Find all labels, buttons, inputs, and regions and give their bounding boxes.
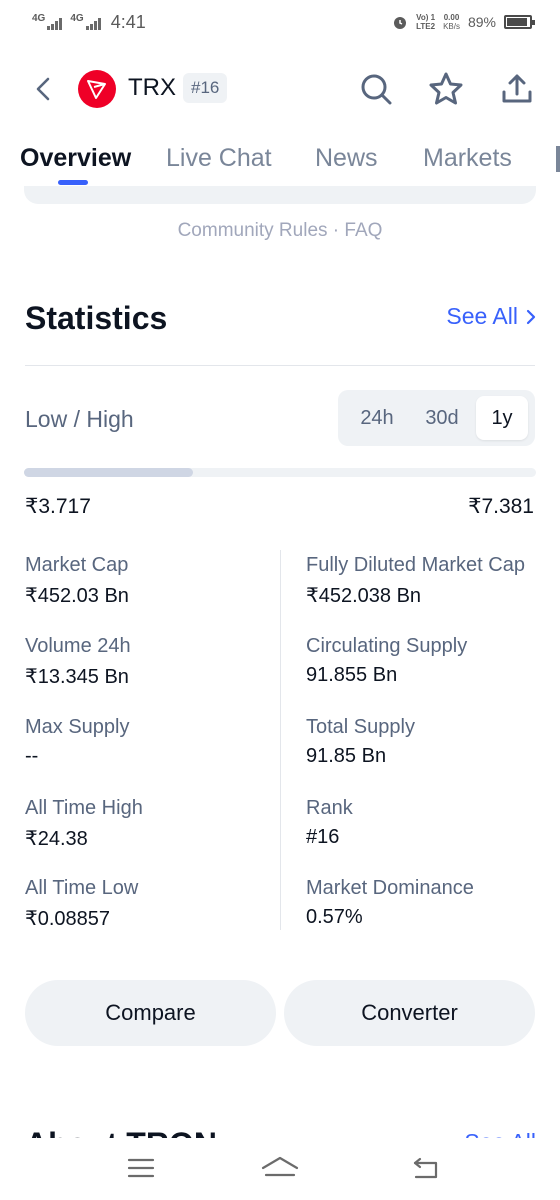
statistics-title: Statistics — [25, 300, 168, 336]
range-fill — [24, 468, 193, 477]
status-right: Vo) 1 LTE2 0.00 KB/s 89% — [392, 13, 535, 31]
battery-icon — [504, 15, 535, 29]
stat-volume-24h: Volume 24h ₹13.345 Bn — [25, 635, 275, 689]
stat-all-time-high: All Time High ₹24.38 — [25, 797, 275, 851]
lte-label: LTE2 — [416, 22, 436, 31]
signal-1: 4G — [32, 13, 63, 30]
stat-rank: Rank #16 — [306, 797, 556, 849]
coin-header: TRX #16 — [0, 60, 560, 118]
stat-label: Circulating Supply — [306, 635, 468, 657]
about-see-all-link[interactable]: See All — [464, 1129, 536, 1138]
stat-max-supply: Max Supply -- — [25, 716, 275, 768]
chevron-right-icon — [526, 309, 536, 324]
about-title: About TRON — [25, 1126, 217, 1138]
tab-news[interactable]: News — [315, 144, 378, 173]
compare-button[interactable]: Compare — [25, 980, 276, 1046]
statistics-see-all-link[interactable]: See All — [446, 303, 536, 330]
clock: 4:41 — [110, 11, 146, 32]
menu-button[interactable] — [121, 1152, 161, 1184]
high-value: ₹7.381 — [468, 495, 534, 518]
signal-bars-icon — [85, 18, 101, 30]
search-button[interactable] — [357, 70, 395, 108]
stat-all-time-low: All Time Low ₹0.08857 — [25, 877, 275, 931]
tron-logo — [78, 70, 116, 108]
stat-label: All Time Low — [25, 877, 139, 899]
period-24h[interactable]: 24h — [346, 396, 408, 440]
stat-value: 0.57% — [306, 906, 363, 928]
stat-value: ₹0.08857 — [25, 908, 111, 930]
converter-button[interactable]: Converter — [284, 980, 535, 1046]
stat-value: -- — [25, 745, 39, 767]
search-icon — [361, 74, 392, 105]
stat-value: #16 — [306, 826, 340, 848]
home-icon — [261, 1156, 299, 1177]
battery-percent: 89% — [467, 14, 496, 30]
stat-label: Market Dominance — [306, 877, 474, 899]
volte-label: Vo) 1 — [416, 13, 436, 22]
tab-live-chat[interactable]: Live Chat — [166, 144, 272, 173]
signal-bars-icon — [47, 18, 63, 30]
share-icon — [502, 74, 532, 103]
stat-value: ₹13.345 Bn — [25, 666, 129, 688]
speed-info: 0.00 KB/s — [443, 13, 460, 31]
stat-label: Rank — [306, 797, 353, 819]
tab-bar: Overview Live Chat News Markets — [0, 140, 560, 190]
stat-total-supply: Total Supply 91.85 Bn — [306, 716, 556, 768]
back-button[interactable] — [28, 74, 58, 104]
menu-icon — [127, 1158, 155, 1178]
active-tab-indicator — [58, 180, 88, 185]
section-divider — [25, 365, 535, 366]
back-icon — [36, 77, 50, 101]
stat-fully-diluted-market-cap: Fully Diluted Market Cap ₹452.038 Bn — [306, 554, 556, 608]
low-high-label: Low / High — [25, 406, 134, 432]
network-type-2: 4G — [70, 13, 84, 24]
stat-value: ₹452.03 Bn — [25, 585, 129, 607]
low-value: ₹3.717 — [25, 495, 91, 518]
share-button[interactable] — [498, 70, 536, 108]
tab-overview[interactable]: Overview — [20, 144, 131, 173]
speed-value: 0.00 — [443, 13, 460, 22]
network-info: Vo) 1 LTE2 — [416, 13, 435, 31]
stat-circulating-supply: Circulating Supply 91.855 Bn — [306, 635, 556, 687]
status-left: 4G 4G 4:41 — [32, 12, 146, 33]
previous-card-edge — [24, 186, 536, 204]
status-bar: 4G 4G 4:41 Vo) 1 LTE2 0.00 KB/s 89% — [0, 0, 560, 44]
coin-symbol: TRX — [128, 74, 176, 101]
rank-badge: #16 — [183, 73, 228, 103]
period-1y[interactable]: 1y — [476, 396, 528, 440]
signal-2: 4G — [70, 13, 101, 30]
more-tabs-edge — [556, 146, 560, 172]
speed-unit: KB/s — [443, 22, 460, 31]
stat-label: All Time High — [25, 797, 143, 819]
stat-value: ₹24.38 — [25, 828, 88, 850]
stat-label: Fully Diluted Market Cap — [306, 554, 525, 576]
stat-value: 91.85 Bn — [306, 745, 387, 767]
watchlist-button[interactable] — [427, 70, 465, 108]
back-nav-icon — [413, 1157, 438, 1179]
period-toggle: 24h 30d 1y — [338, 390, 535, 446]
stat-label: Max Supply — [25, 716, 130, 738]
period-30d[interactable]: 30d — [410, 396, 474, 440]
stats-column-divider — [280, 550, 281, 930]
stat-label: Market Cap — [25, 554, 129, 576]
back-nav-button[interactable] — [406, 1152, 446, 1184]
community-rules-faq-link[interactable]: Community Rules · FAQ — [0, 220, 560, 242]
about-section-peek: About TRON See All — [0, 1126, 560, 1138]
stat-label: Volume 24h — [25, 635, 131, 657]
low-high-range-bar — [24, 468, 536, 477]
alarm-icon — [394, 17, 407, 29]
network-type-1: 4G — [32, 13, 46, 24]
system-nav-bar — [0, 1138, 560, 1200]
stat-value: ₹452.038 Bn — [306, 585, 422, 607]
stat-market-cap: Market Cap ₹452.03 Bn — [25, 554, 275, 608]
see-all-label: See All — [446, 303, 518, 329]
star-icon — [429, 72, 463, 105]
home-button[interactable] — [260, 1152, 300, 1184]
stat-label: Total Supply — [306, 716, 415, 738]
stat-value: 91.855 Bn — [306, 664, 398, 686]
tab-markets[interactable]: Markets — [423, 144, 512, 173]
stat-market-dominance: Market Dominance 0.57% — [306, 877, 556, 929]
